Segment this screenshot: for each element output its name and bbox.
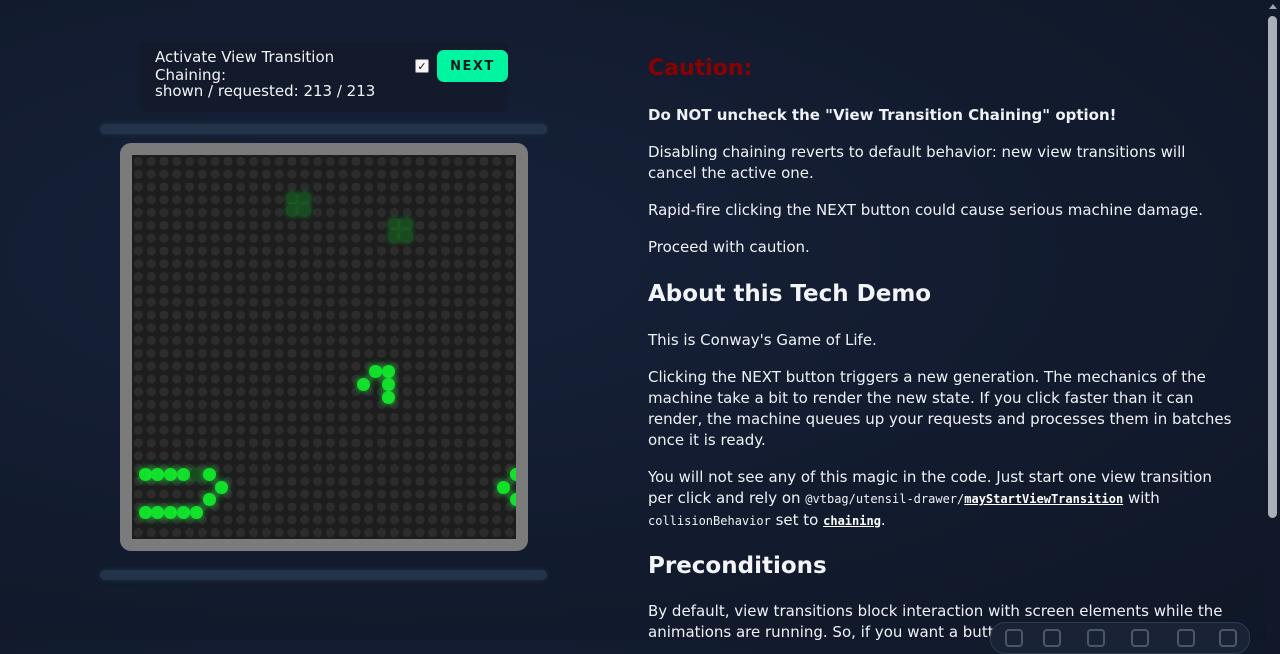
fading-cell [298,204,311,217]
live-cell [497,481,510,494]
fading-cell [400,230,413,243]
caution-paragraph-2: Rapid-fire clicking the NEXT button coul… [648,201,1203,219]
vertical-scrollbar[interactable] [1266,0,1280,640]
about-paragraph-2: Clicking the NEXT button triggers a new … [648,368,1232,449]
fading-cell [190,468,203,481]
about-paragraph-3: You will not see any of this magic in th… [648,467,1233,532]
toolbar-lock-icon[interactable] [1131,629,1149,647]
scroll-up-icon[interactable] [1269,4,1277,9]
checkmark-icon: ✓ [417,59,427,73]
live-cell [215,481,228,494]
code-package: @vtbag/utensil-drawer/ [805,492,965,506]
live-cell [190,506,203,519]
toolbar-gear-icon[interactable] [1219,629,1237,647]
text-span: with [1123,489,1160,507]
live-cell [382,391,395,404]
preconditions-heading: Preconditions [648,553,827,579]
live-cell [382,365,395,378]
caution-paragraph-3: Proceed with caution. [648,238,810,256]
floating-toolbar [990,622,1250,654]
top-rail [100,124,547,134]
scrollbar-thumb[interactable] [1268,16,1277,518]
live-cell [510,493,516,506]
toolbar-tool-icon[interactable] [1005,629,1023,647]
about-paragraph-1: This is Conway's Game of Life. [648,331,877,349]
caution-paragraph-1: Disabling chaining reverts to default be… [648,143,1186,182]
caution-title: Caution: [648,56,753,81]
toolbar-hand-icon[interactable] [1043,629,1061,647]
code-collision-behavior: collisionBehavior [648,514,771,528]
live-cell [164,506,177,519]
warning-text: Do NOT uncheck the "View Transition Chai… [648,106,1117,124]
toolbar-menu-icon[interactable] [1087,629,1105,647]
game-panel: Activate View Transition Chaining: ✓ NEX… [0,0,640,640]
live-cell [164,468,177,481]
request-status: shown / requested: 213 / 213 [155,82,376,100]
live-cell [203,468,216,481]
bottom-rail [100,570,547,580]
live-cell [510,468,516,481]
live-cell [151,468,164,481]
text-span: . [880,511,886,529]
controls-box: Activate View Transition Chaining: ✓ NEX… [140,42,508,112]
link-may-start-view-transition[interactable]: mayStartViewTransition [964,492,1123,506]
about-heading: About this Tech Demo [648,281,932,307]
live-cell [382,378,395,391]
life-board [132,155,516,539]
live-cell [177,468,190,481]
live-cell [203,493,216,506]
live-cell [151,506,164,519]
link-chaining[interactable]: chaining [823,514,881,528]
live-cell [369,365,382,378]
live-cell [177,506,190,519]
chaining-label: Activate View Transition Chaining: [155,48,335,84]
board-frame [120,143,528,551]
chaining-row: Activate View Transition Chaining: ✓ NEX… [155,48,508,84]
next-button[interactable]: NEXT [436,50,508,82]
text-span: set to [770,511,824,529]
live-cell [357,378,370,391]
chaining-checkbox[interactable]: ✓ [415,59,429,73]
toolbar-globe-icon[interactable] [1177,629,1195,647]
